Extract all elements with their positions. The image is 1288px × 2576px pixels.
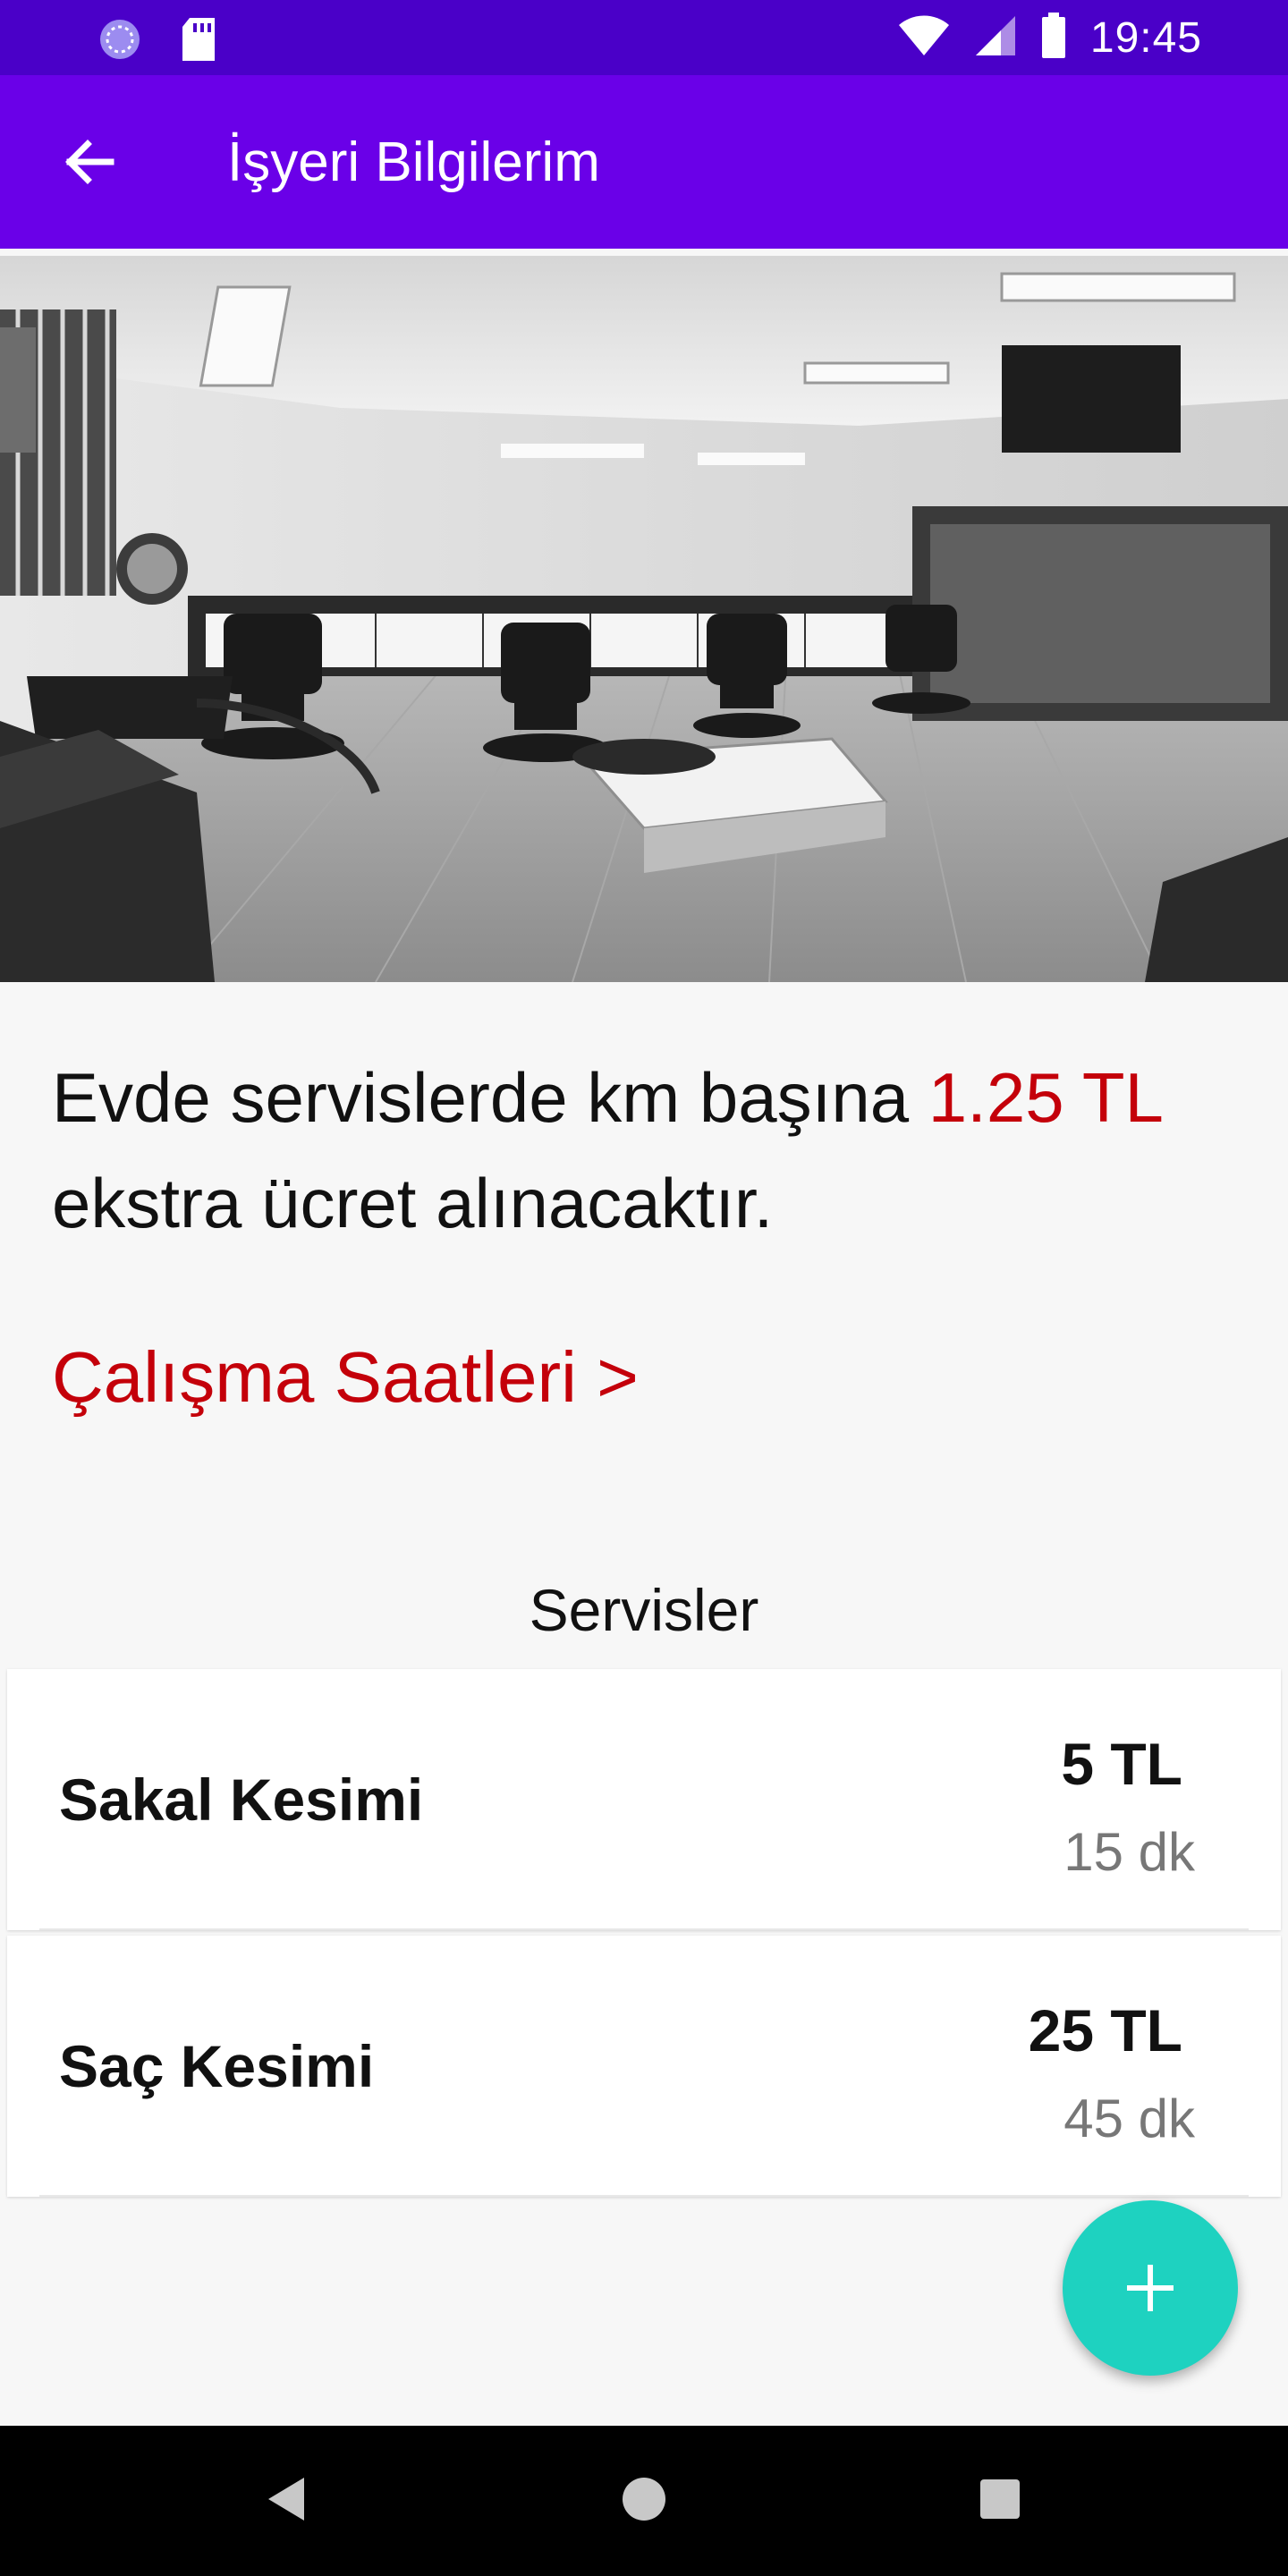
battery-icon	[1040, 13, 1067, 64]
service-price: 5 TL	[1061, 1731, 1182, 1797]
status-time: 19:45	[1089, 14, 1202, 62]
recents-nav-icon	[980, 2479, 1020, 2519]
signal-icon	[974, 14, 1017, 62]
extra-fee-text-after: ekstra ücret alınacaktır.	[52, 1164, 774, 1242]
app-bar: İşyeri Bilgilerim	[0, 75, 1288, 249]
services-title: Servisler	[529, 1577, 759, 1643]
back-nav-button[interactable]	[261, 2470, 311, 2532]
service-name: Saç Kesimi	[59, 2033, 375, 2099]
status-right-icons: 19:45	[897, 13, 1202, 64]
wifi-icon	[897, 14, 951, 62]
card-divider	[39, 1928, 1249, 1930]
status-bar: 19:45	[0, 0, 1288, 75]
home-nav-button[interactable]	[619, 2470, 669, 2532]
working-hours-link[interactable]: Çalışma Saatleri >	[52, 1336, 639, 1419]
service-name: Sakal Kesimi	[59, 1767, 424, 1833]
arrow-back-icon	[65, 140, 114, 184]
service-duration: 45 dk	[1063, 2089, 1195, 2148]
sd-card-icon	[179, 16, 218, 67]
service-card[interactable]: Saç Kesimi 25 TL 45 dk	[7, 1936, 1281, 2197]
home-nav-icon	[623, 2478, 665, 2521]
page-title: İşyeri Bilgilerim	[227, 131, 600, 193]
service-card[interactable]: Sakal Kesimi 5 TL 15 dk	[7, 1669, 1281, 1930]
plus-icon	[1127, 2265, 1174, 2311]
service-price: 25 TL	[1028, 1997, 1182, 2063]
hero-image	[0, 256, 1288, 982]
recents-nav-button[interactable]	[975, 2470, 1025, 2532]
salon-photo	[0, 256, 1288, 982]
status-left-icons	[97, 16, 218, 67]
extra-fee-price: 1.25 TL	[928, 1058, 1164, 1137]
navigation-bar	[0, 2426, 1288, 2576]
sync-icon	[97, 16, 143, 67]
service-duration: 15 dk	[1063, 1822, 1195, 1882]
add-service-button[interactable]	[1063, 2200, 1238, 2376]
extra-fee-text-before: Evde servislerde km başına	[52, 1058, 928, 1137]
extra-fee-info: Evde servislerde km başına 1.25 TL ekstr…	[52, 1045, 1250, 1256]
back-nav-icon	[268, 2478, 304, 2521]
card-divider	[39, 2195, 1249, 2197]
back-button[interactable]	[57, 131, 120, 193]
